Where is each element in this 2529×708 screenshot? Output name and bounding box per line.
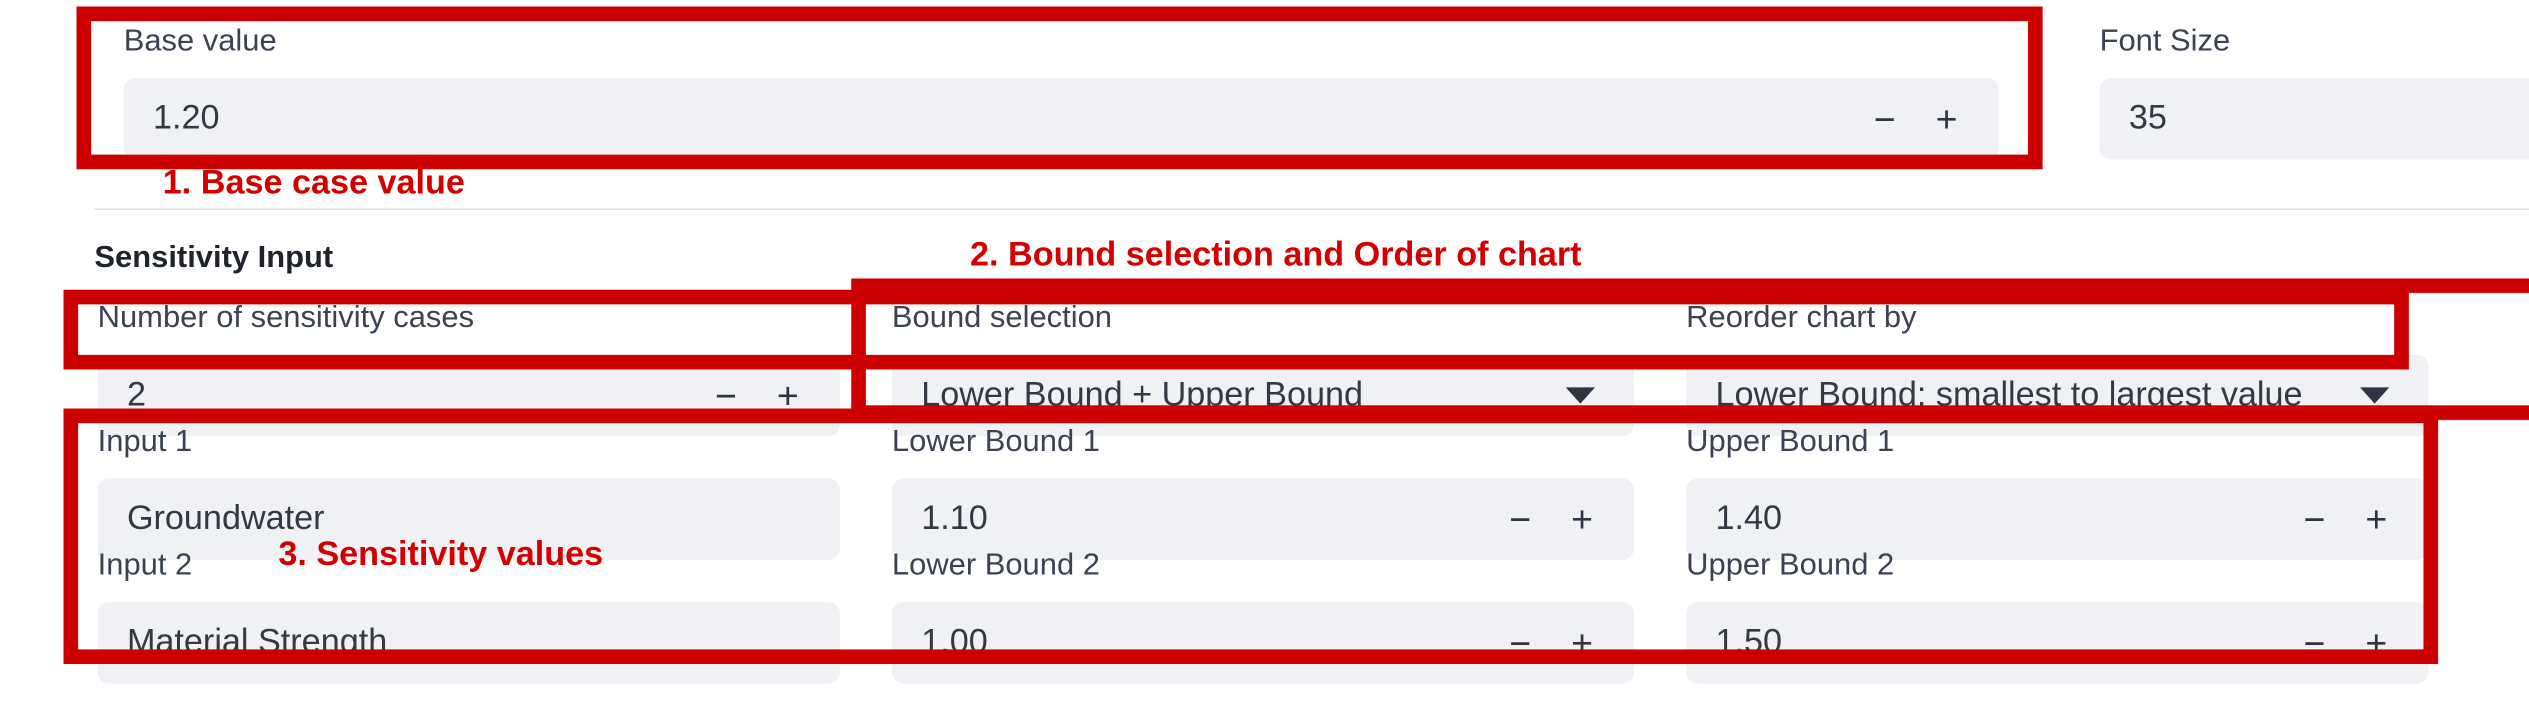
upper-bound-2-label: Upper Bound 2 (1686, 547, 2428, 586)
bound-selection-label: Bound selection (892, 299, 1634, 338)
upper-bound-2-decrement-button[interactable]: − (2301, 624, 2327, 661)
font-size-input[interactable]: 35 − + (2100, 78, 2529, 159)
number-of-sensitivity-cases-decrement-button[interactable]: − (713, 377, 739, 414)
sensitivity-input-heading: Sensitivity Input (94, 241, 333, 277)
font-size-field: Font Size 35 − + (2100, 23, 2529, 160)
upper-bound-2-stepper: − + (2301, 624, 2399, 661)
input-2-value: Material Strength (127, 602, 811, 683)
lower-bound-2-stepper: − + (1507, 624, 1605, 661)
lower-bound-2-field: Lower Bound 2 1.00 − + (892, 547, 1634, 684)
lower-bound-1-decrement-button[interactable]: − (1507, 500, 1533, 537)
upper-bound-2-increment-button[interactable]: + (2363, 624, 2389, 661)
base-value-field: Base value 1.20 − + (124, 23, 1999, 160)
lower-bound-2-input[interactable]: 1.00 − + (892, 602, 1634, 683)
upper-bound-1-increment-button[interactable]: + (2363, 500, 2389, 537)
lower-bound-1-label: Lower Bound 1 (892, 423, 1634, 462)
lower-bound-2-label: Lower Bound 2 (892, 547, 1634, 586)
chevron-down-icon[interactable] (2360, 387, 2389, 403)
input-1-label: Input 1 (98, 423, 840, 462)
upper-bound-1-field: Upper Bound 1 1.40 − + (1686, 423, 2428, 560)
number-of-sensitivity-cases-increment-button[interactable]: + (775, 377, 801, 414)
input-2-text-input[interactable]: Material Strength (98, 602, 840, 683)
upper-bound-1-stepper: − + (2301, 500, 2399, 537)
base-value-input[interactable]: 1.20 − + (124, 78, 1999, 159)
base-value-text: 1.20 (153, 78, 1872, 159)
annotation-label-3: 3. Sensitivity values (278, 535, 603, 574)
lower-bound-1-field: Lower Bound 1 1.10 − + (892, 423, 1634, 560)
number-of-sensitivity-cases-stepper: − + (713, 377, 811, 414)
lower-bound-1-increment-button[interactable]: + (1569, 500, 1595, 537)
lower-bound-2-increment-button[interactable]: + (1569, 624, 1595, 661)
number-of-sensitivity-cases-field: Number of sensitivity cases 2 − + (98, 299, 840, 436)
lower-bound-2-decrement-button[interactable]: − (1507, 624, 1533, 661)
chevron-down-icon[interactable] (1566, 387, 1595, 403)
reorder-chart-by-field: Reorder chart by Lower Bound: smallest t… (1686, 299, 2428, 436)
base-value-stepper: − + (1872, 100, 1970, 137)
base-value-increment-button[interactable]: + (1934, 100, 1960, 137)
bound-selection-field: Bound selection Lower Bound + Upper Boun… (892, 299, 1634, 436)
upper-bound-1-label: Upper Bound 1 (1686, 423, 2428, 462)
sensitivity-settings-panel: Base value 1.20 − + Font Size 35 − + Sen… (0, 0, 2528, 708)
upper-bound-2-value: 1.50 (1715, 602, 2301, 683)
lower-bound-1-stepper: − + (1507, 500, 1605, 537)
upper-bound-1-decrement-button[interactable]: − (2301, 500, 2327, 537)
section-divider (94, 208, 2529, 210)
font-size-text: 35 (2129, 78, 2529, 159)
upper-bound-2-field: Upper Bound 2 1.50 − + (1686, 547, 2428, 684)
number-of-sensitivity-cases-label: Number of sensitivity cases (98, 299, 840, 338)
base-value-label: Base value (124, 23, 1999, 62)
lower-bound-2-value: 1.00 (921, 602, 1507, 683)
annotation-label-2: 2. Bound selection and Order of chart (970, 236, 1582, 275)
annotation-label-1: 1. Base case value (163, 164, 465, 203)
upper-bound-2-input[interactable]: 1.50 − + (1686, 602, 2428, 683)
base-value-decrement-button[interactable]: − (1872, 100, 1898, 137)
font-size-label: Font Size (2100, 23, 2529, 62)
reorder-chart-by-label: Reorder chart by (1686, 299, 2428, 338)
